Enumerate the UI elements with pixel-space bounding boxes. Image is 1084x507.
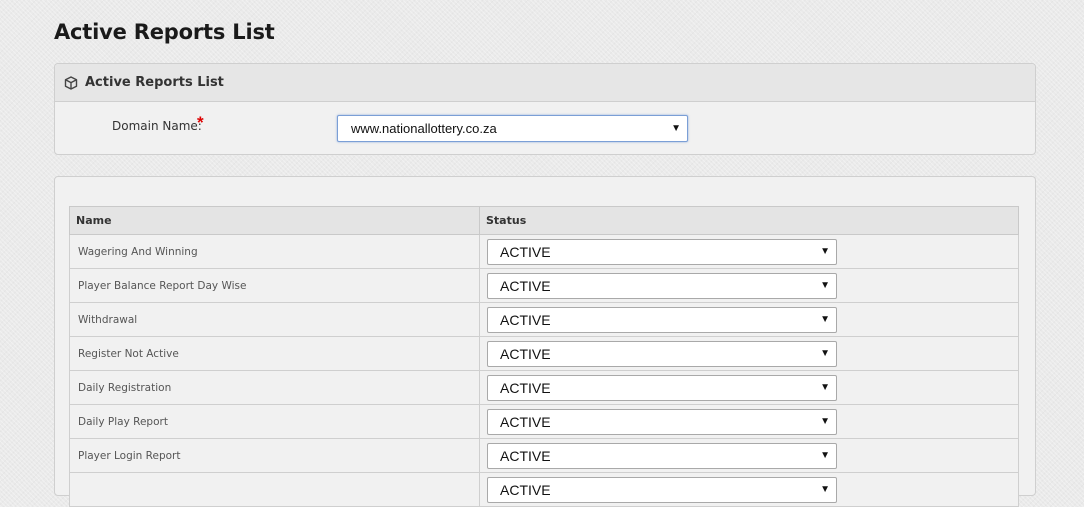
table-row: Daily Registration ACTIVE ▼ [69,370,1019,405]
chevron-down-icon: ▼ [820,246,830,257]
report-name: Player Login Report [78,449,181,462]
column-header-status: Status [479,206,1019,235]
panel-heading-title: Active Reports List [85,75,224,90]
table-row: Daily Play Report ACTIVE ▼ [69,404,1019,439]
status-select[interactable]: ACTIVE ▼ [487,341,837,367]
panel-heading: Active Reports List [55,64,1035,102]
status-select[interactable]: ACTIVE ▼ [487,375,837,401]
report-name-cell: Daily Play Report [69,404,480,439]
chevron-down-icon: ▼ [820,484,830,495]
status-select[interactable]: ACTIVE ▼ [487,443,837,469]
status-value: ACTIVE [500,278,551,294]
status-cell: ACTIVE ▼ [479,268,1019,303]
status-cell: ACTIVE ▼ [479,302,1019,337]
chevron-down-icon: ▼ [820,416,830,427]
report-name-cell [69,472,480,507]
report-name-cell: Player Login Report [69,438,480,473]
report-name-cell: Wagering And Winning [69,234,480,269]
status-value: ACTIVE [500,244,551,260]
chevron-down-icon: ▼ [820,382,830,393]
chevron-down-icon: ▼ [820,450,830,461]
status-select[interactable]: ACTIVE ▼ [487,273,837,299]
required-marker: * [197,113,204,132]
domain-name-value: www.nationallottery.co.za [351,121,497,136]
report-name-cell: Withdrawal [69,302,480,337]
status-cell: ACTIVE ▼ [479,404,1019,439]
chevron-down-icon: ▼ [820,348,830,359]
table-row: ACTIVE ▼ [69,472,1019,507]
domain-name-label: Domain Name: [112,119,202,133]
table-header-row: Name Status [69,206,1019,235]
status-cell: ACTIVE ▼ [479,370,1019,405]
status-select[interactable]: ACTIVE ▼ [487,239,837,265]
report-name: Daily Registration [78,381,172,394]
status-select[interactable]: ACTIVE ▼ [487,409,837,435]
status-select[interactable]: ACTIVE ▼ [487,307,837,333]
status-value: ACTIVE [500,312,551,328]
reports-panel: Name Status Wagering And Winning ACTIVE … [54,176,1036,507]
report-name-cell: Daily Registration [69,370,480,405]
report-name-cell: Register Not Active [69,336,480,371]
chevron-down-icon: ▼ [820,314,830,325]
status-cell: ACTIVE ▼ [479,438,1019,473]
report-name: Daily Play Report [78,415,168,428]
report-name: Player Balance Report Day Wise [78,279,247,292]
status-value: ACTIVE [500,346,551,362]
status-cell: ACTIVE ▼ [479,472,1019,507]
report-name: Withdrawal [78,313,138,326]
status-cell: ACTIVE ▼ [479,234,1019,269]
table-row: Player Login Report ACTIVE ▼ [69,438,1019,473]
status-value: ACTIVE [500,448,551,464]
domain-filter-panel: Active Reports List Domain Name: * www.n… [54,63,1036,155]
report-name: Wagering And Winning [78,245,198,258]
table-row: Register Not Active ACTIVE ▼ [69,336,1019,371]
status-value: ACTIVE [500,414,551,430]
report-name: Register Not Active [78,347,179,360]
cube-icon [64,75,78,90]
status-value: ACTIVE [500,482,551,498]
chevron-down-icon: ▼ [671,123,681,134]
table-row: Withdrawal ACTIVE ▼ [69,302,1019,337]
report-name-cell: Player Balance Report Day Wise [69,268,480,303]
reports-table: Name Status Wagering And Winning ACTIVE … [69,206,1019,507]
chevron-down-icon: ▼ [820,280,830,291]
table-row: Player Balance Report Day Wise ACTIVE ▼ [69,268,1019,303]
page-title: Active Reports List [54,20,275,44]
status-cell: ACTIVE ▼ [479,336,1019,371]
status-select[interactable]: ACTIVE ▼ [487,477,837,503]
domain-form-row: Domain Name: * www.nationallottery.co.za… [55,102,1035,154]
status-value: ACTIVE [500,380,551,396]
column-header-name: Name [69,206,480,235]
domain-name-select[interactable]: www.nationallottery.co.za ▼ [337,115,688,142]
table-row: Wagering And Winning ACTIVE ▼ [69,234,1019,269]
report-name [70,484,78,496]
